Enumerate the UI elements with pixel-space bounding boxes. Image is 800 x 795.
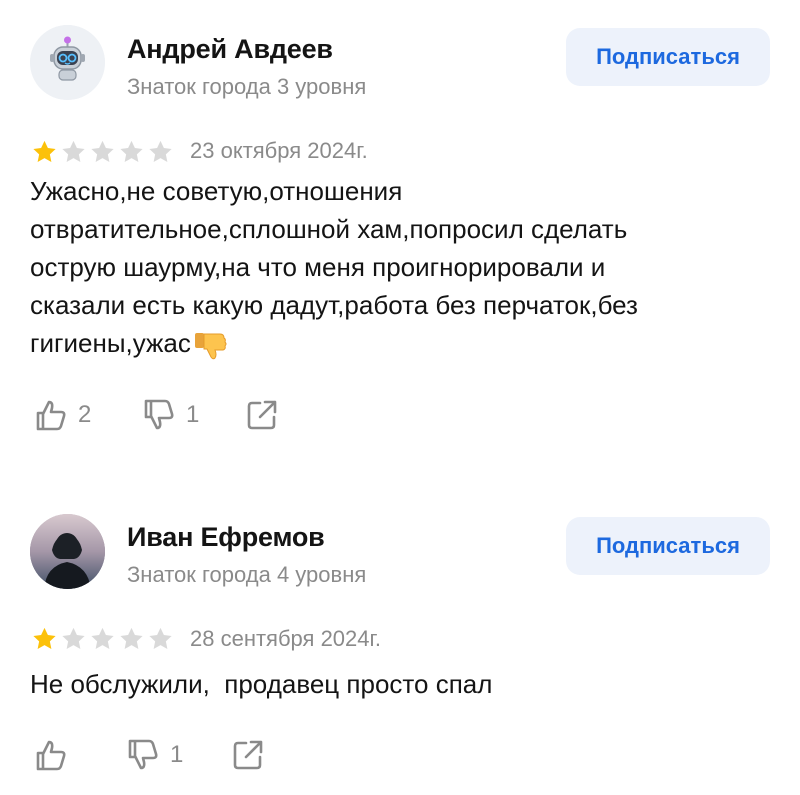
star-empty-icon [120, 627, 143, 650]
author-avatar[interactable] [30, 25, 105, 100]
star-empty-icon [91, 140, 114, 163]
review-date: 23 октября 2024г. [190, 138, 368, 163]
rating-stars [30, 625, 175, 653]
author-name[interactable]: Иван Ефремов [127, 522, 325, 553]
thumbs-down-emoji-icon [194, 333, 227, 360]
dislike-button[interactable]: 1 [122, 735, 183, 775]
author-level: Знаток города 4 уровня [127, 562, 367, 587]
star-empty-icon [149, 627, 172, 650]
author-level: Знаток города 3 уровня [127, 74, 367, 99]
user-photo-avatar [30, 514, 105, 589]
thumbs-up-icon [36, 400, 66, 431]
robot-avatar-icon [30, 25, 105, 100]
star-empty-icon [62, 627, 85, 650]
like-button[interactable] [30, 735, 78, 775]
share-button[interactable] [242, 395, 282, 435]
share-icon [233, 740, 263, 770]
review-text: Ужасно,не советую,отношения отвратительн… [30, 172, 750, 362]
dislike-count: 1 [186, 401, 200, 428]
thumbs-down-icon [128, 739, 158, 770]
star-empty-icon [91, 627, 114, 650]
dislike-count: 1 [170, 741, 184, 768]
rating-stars [30, 138, 175, 166]
star-empty-icon [149, 140, 172, 163]
share-icon [247, 400, 277, 430]
star-filled-icon [33, 627, 56, 650]
like-count: 2 [78, 401, 92, 428]
subscribe-button[interactable]: Подписаться [566, 517, 770, 575]
star-empty-icon [62, 140, 85, 163]
dislike-button[interactable]: 1 [138, 395, 199, 435]
thumbs-down-icon [144, 399, 174, 430]
subscribe-button[interactable]: Подписаться [566, 28, 770, 86]
review-text-body: Ужасно,не советую,отношения отвратительн… [30, 176, 638, 358]
like-button[interactable]: 2 [30, 395, 91, 435]
star-filled-icon [33, 140, 56, 163]
star-empty-icon [120, 140, 143, 163]
thumbs-up-icon [36, 740, 66, 771]
author-avatar[interactable] [30, 514, 105, 589]
review-text: Не обслужили, продавец просто спал [30, 665, 750, 703]
review-date: 28 сентября 2024г. [190, 626, 381, 651]
share-button[interactable] [228, 735, 268, 775]
author-name[interactable]: Андрей Авдеев [127, 34, 333, 65]
review-text-body: Не обслужили, продавец просто спал [30, 669, 493, 699]
